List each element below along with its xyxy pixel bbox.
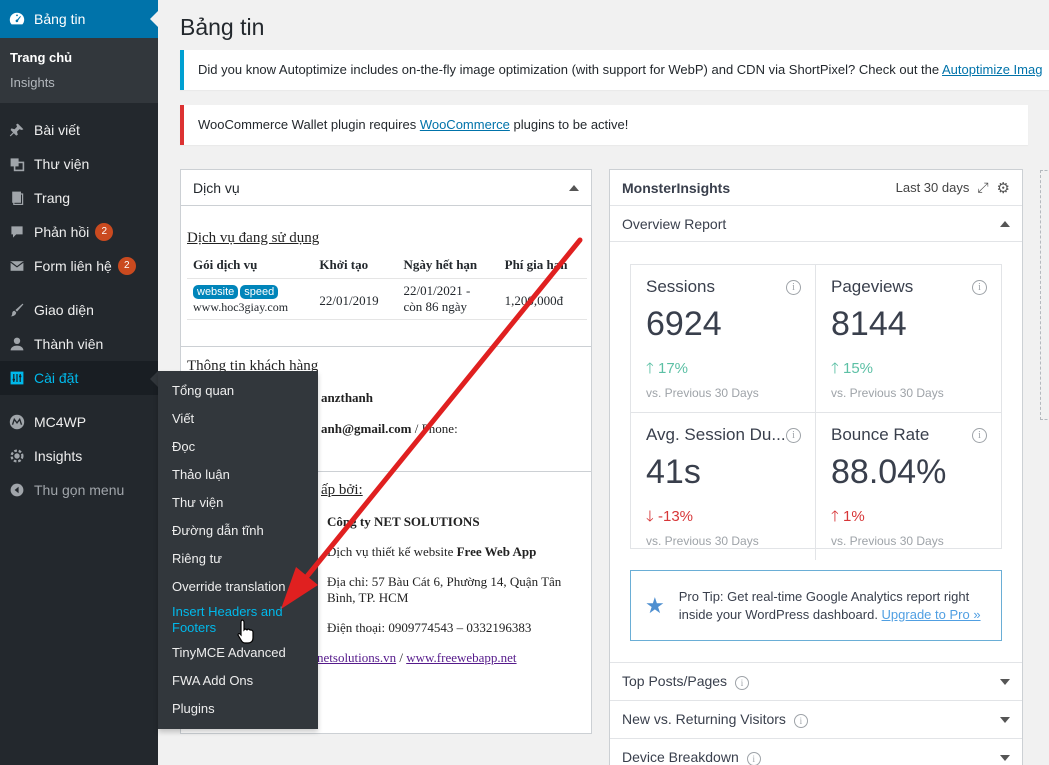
hand-cursor-icon [237,619,254,644]
annotation-arrow [281,237,583,609]
